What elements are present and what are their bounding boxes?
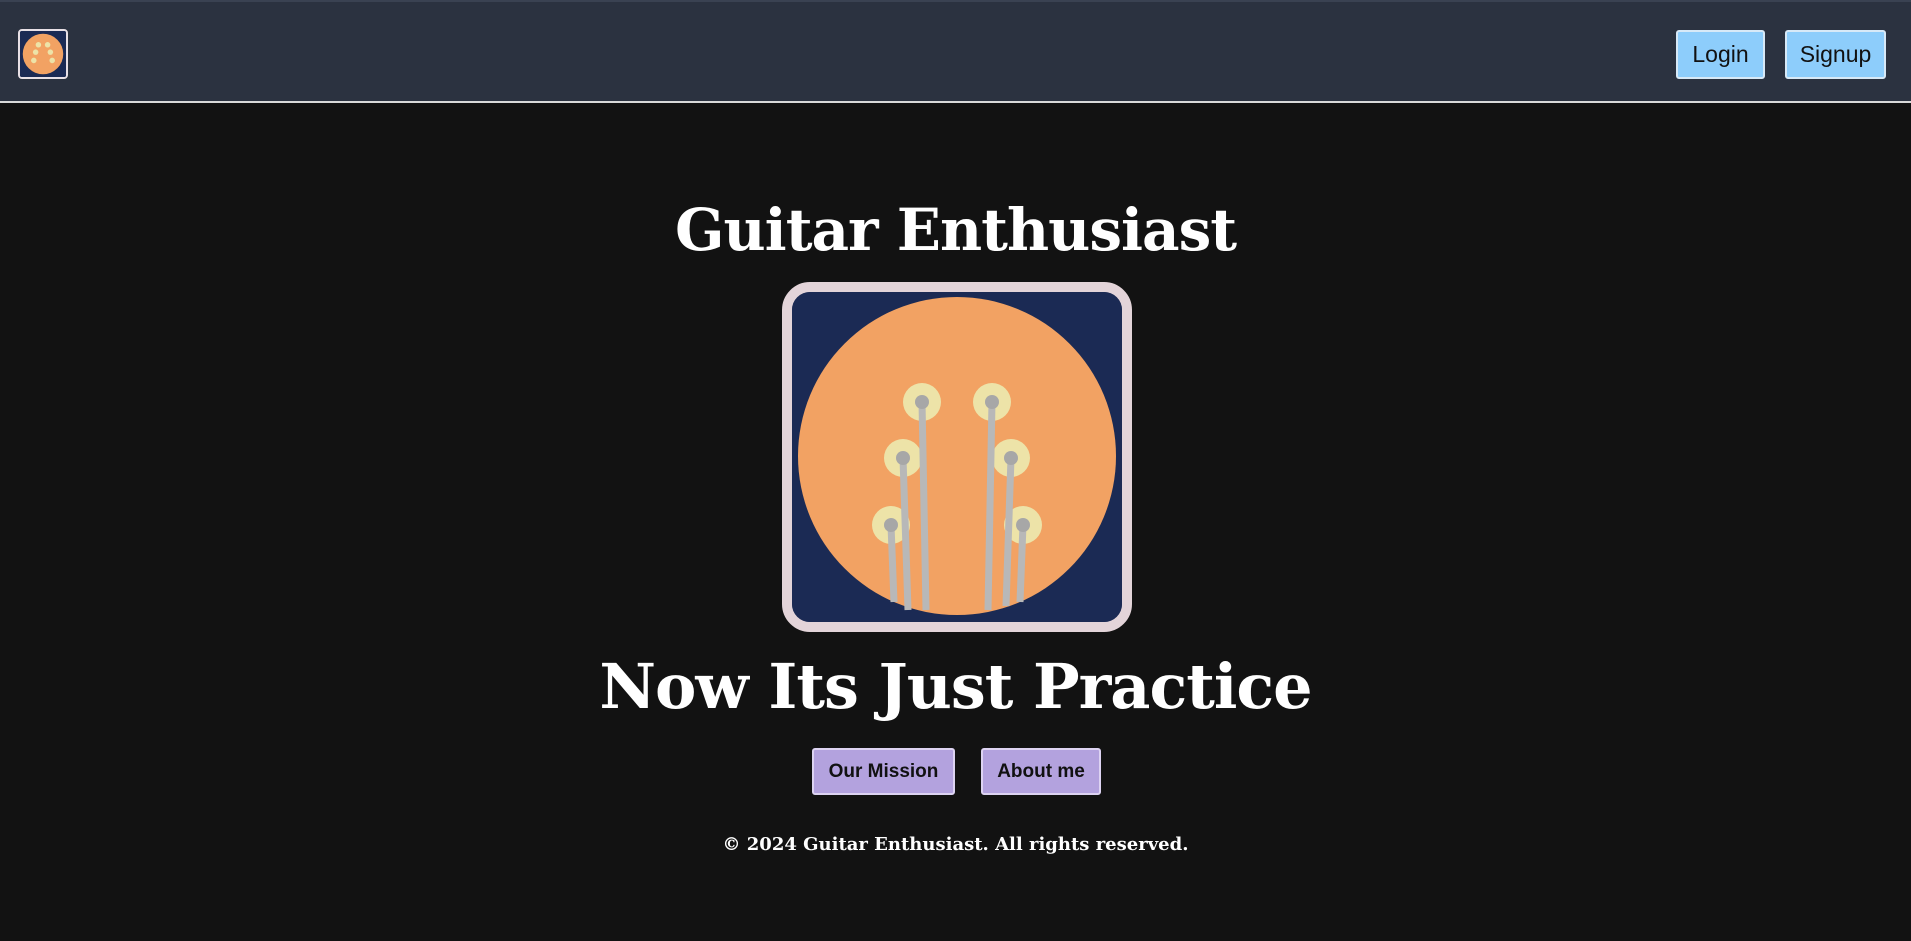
signup-button[interactable]: Signup xyxy=(1785,30,1886,79)
hero-logo-image xyxy=(782,282,1132,632)
guitar-headstock-logo-icon xyxy=(20,31,66,77)
top-navbar: Login Signup xyxy=(0,0,1911,103)
guitar-headstock-illustration-icon xyxy=(792,292,1122,622)
login-button[interactable]: Login xyxy=(1676,30,1765,79)
page-title: Guitar Enthusiast xyxy=(674,196,1237,264)
about-me-button[interactable]: About me xyxy=(981,748,1101,795)
hero-tagline: Now Its Just Practice xyxy=(599,650,1312,723)
footer-copyright: © 2024 Guitar Enthusiast. All rights res… xyxy=(722,834,1189,855)
site-logo-icon[interactable] xyxy=(18,29,68,79)
our-mission-button[interactable]: Our Mission xyxy=(812,748,955,795)
